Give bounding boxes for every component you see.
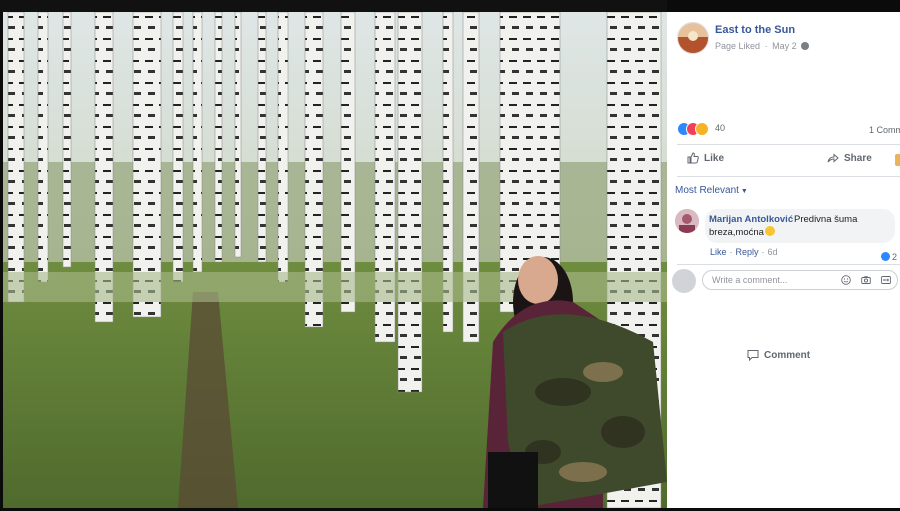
comment-like-link[interactable]: Like (710, 247, 727, 257)
comment-actions-separator: · (761, 247, 765, 257)
comment-sort-label: Most Relevant (675, 185, 739, 196)
comment-reaction-badge[interactable]: 2 (881, 252, 897, 262)
share-button[interactable]: Share (827, 152, 872, 164)
commenter-avatar-image (675, 209, 699, 233)
comment-text-line-1: Predivna šuma (794, 214, 858, 225)
reactions-summary[interactable]: 40 1 Comm (677, 122, 900, 138)
comment-sort-dropdown[interactable]: Most Relevant ▼ (675, 185, 748, 196)
post-header: East to the Sun Page Liked · May 2 (677, 22, 900, 56)
comment-button[interactable]: Comment (747, 349, 900, 399)
post-meta: Page Liked · May 2 (715, 41, 810, 51)
gif-icon[interactable] (881, 275, 891, 285)
reaction-icons (677, 122, 717, 136)
divider (677, 264, 900, 265)
page-avatar[interactable] (677, 22, 709, 54)
comment-composer (672, 269, 900, 295)
comment-author-link[interactable]: Marijan Antolković (709, 214, 793, 225)
globe-icon (801, 42, 810, 50)
wow-reaction-icon (695, 122, 709, 136)
current-user-avatar (672, 269, 696, 293)
post-sidebar: East to the Sun Page Liked · May 2 40 1 … (667, 12, 900, 508)
post-actions: Like Comment Share (677, 152, 900, 361)
page-liked-status: Page Liked (715, 41, 761, 51)
comment-reply-link[interactable]: Reply (736, 247, 759, 257)
comment-time[interactable]: 6d (768, 247, 778, 257)
top-bar (0, 0, 667, 12)
like-reaction-icon (881, 252, 890, 261)
share-icon (827, 153, 839, 163)
comment-text-line-2: breza,moćna (709, 226, 775, 238)
caret-down-icon: ▼ (740, 188, 748, 195)
share-button-label: Share (844, 153, 872, 164)
comment-count-link[interactable]: 1 Comm (869, 125, 900, 135)
camera-icon[interactable] (861, 275, 871, 285)
photo[interactable] (3, 12, 667, 508)
birch-forest-photo (3, 12, 667, 508)
comment-bubble: Marijan Antolković Predivna šuma breza,m… (705, 209, 895, 243)
photo-viewer: East to the Sun Page Liked · May 2 40 1 … (0, 0, 900, 511)
commenter-avatar[interactable] (675, 209, 699, 233)
comment-icon (747, 350, 759, 361)
like-button[interactable]: Like (687, 152, 724, 164)
divider (677, 176, 900, 177)
like-button-label: Like (704, 153, 725, 164)
divider (677, 144, 900, 145)
comment-button-label: Comment (764, 350, 811, 361)
emoji-icon[interactable] (841, 275, 851, 285)
comment-text-line-2-text: breza,moćna (709, 227, 764, 238)
meta-separator: · (764, 41, 768, 51)
comment-actions-separator: · (729, 247, 733, 257)
smiling-emoji-icon (764, 226, 775, 236)
page-avatar-image (678, 23, 708, 53)
thumbs-up-icon (687, 152, 699, 164)
reaction-selector-icon[interactable] (895, 154, 900, 166)
post-date[interactable]: May 2 (772, 41, 797, 51)
comment-item: Marijan Antolković Predivna šuma breza,m… (675, 209, 900, 262)
comment-actions: Like · Reply · 6d (710, 247, 778, 257)
comment-reaction-count: 2 (892, 252, 898, 262)
reaction-count[interactable]: 40 (715, 123, 725, 133)
page-name-link[interactable]: East to the Sun (715, 24, 795, 36)
